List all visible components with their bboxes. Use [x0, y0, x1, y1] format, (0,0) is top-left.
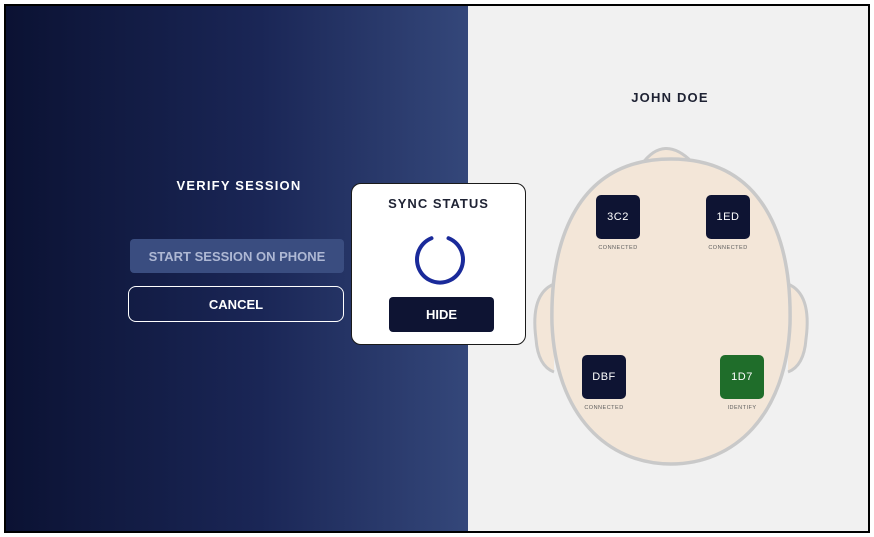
- sensor-3c2[interactable]: 3C2 CONNECTED: [583, 195, 653, 251]
- app-frame: VERIFY SESSION START SESSION ON PHONE CA…: [4, 4, 870, 533]
- sensor-dbf[interactable]: DBF CONNECTED: [569, 355, 639, 411]
- sensor-3c2-tile: 3C2: [596, 195, 640, 239]
- sensor-1ed-status: CONNECTED: [708, 245, 748, 251]
- head-outline: [533, 147, 809, 466]
- sensor-dbf-tile: DBF: [582, 355, 626, 399]
- sensor-1ed-tile: 1ED: [706, 195, 750, 239]
- sensor-1d7-status: IDENTIFY: [727, 405, 757, 411]
- sensor-3c2-status: CONNECTED: [598, 245, 638, 251]
- sensor-1ed[interactable]: 1ED CONNECTED: [693, 195, 763, 251]
- sensor-dbf-status: CONNECTED: [584, 405, 624, 411]
- sensor-1d7[interactable]: 1D7 IDENTIFY: [707, 355, 777, 411]
- sync-status-dialog: SYNC STATUS HIDE: [351, 183, 526, 345]
- patient-name: JOHN DOE: [631, 90, 709, 105]
- cancel-button[interactable]: CANCEL: [128, 286, 344, 322]
- loading-spinner-icon: [415, 236, 465, 285]
- sensor-1d7-tile: 1D7: [720, 355, 764, 399]
- sync-status-title: SYNC STATUS: [388, 196, 489, 211]
- start-session-on-phone-button[interactable]: START SESSION ON PHONE: [130, 239, 344, 273]
- verify-session-title: VERIFY SESSION: [176, 178, 302, 193]
- hide-button[interactable]: HIDE: [389, 297, 494, 332]
